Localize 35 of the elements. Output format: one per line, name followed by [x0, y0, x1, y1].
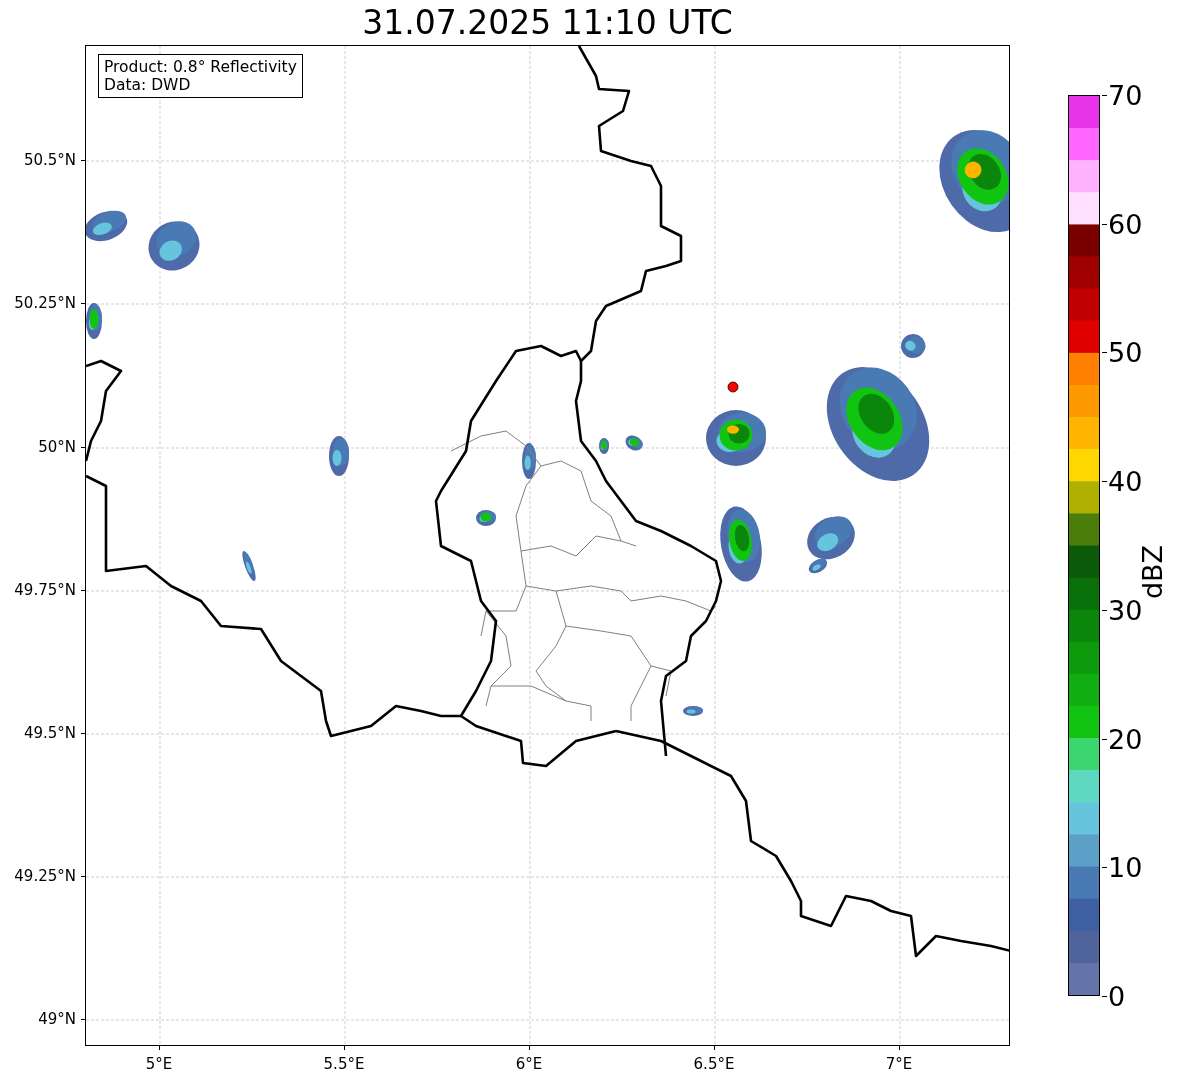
radar-echo — [522, 443, 536, 479]
longitude-label: 5.5°E — [323, 1055, 365, 1073]
longitude-label: 5°E — [145, 1055, 173, 1073]
latitude-label: 49.5°N — [23, 724, 76, 742]
longitude-label: 6.5°E — [693, 1055, 735, 1073]
radar-echo — [901, 334, 926, 358]
chart-title: 31.07.2025 11:10 UTC — [362, 3, 733, 42]
legend-text: Data: DWD — [104, 76, 192, 94]
latitude-label: 50°N — [38, 438, 76, 456]
scale-value: 60 — [1108, 208, 1143, 240]
radar-echo — [625, 435, 643, 451]
radar-echo — [86, 210, 128, 242]
scale-value: 70 — [1108, 79, 1143, 111]
latitude-label: 49.75°N — [14, 581, 76, 599]
radar-echo — [706, 410, 766, 466]
latitude-label: 50.5°N — [23, 151, 76, 169]
scale-value: 0 — [1108, 980, 1126, 1012]
scale-value: 40 — [1108, 465, 1143, 497]
latitude-label: 49°N — [38, 1010, 76, 1028]
radar-echo — [242, 550, 256, 582]
longitude-label: 7°E — [885, 1055, 913, 1073]
latitude-label: 49.25°N — [14, 867, 76, 885]
radar-echo — [148, 221, 200, 271]
radar-site-marker — [727, 381, 739, 393]
radar-echo — [476, 510, 496, 526]
legend-text: Product: 0.8° Reflectivity — [104, 58, 297, 76]
radar-echo — [599, 438, 609, 454]
scale-value: 50 — [1108, 336, 1143, 368]
scale-value: 20 — [1108, 723, 1143, 755]
longitude-label: 6°E — [515, 1055, 543, 1073]
scale-value: 10 — [1108, 851, 1143, 883]
radar-echo — [86, 303, 102, 339]
radar-echo — [329, 436, 349, 476]
radar-echo — [683, 706, 703, 716]
latitude-label: 50.25°N — [14, 294, 76, 312]
